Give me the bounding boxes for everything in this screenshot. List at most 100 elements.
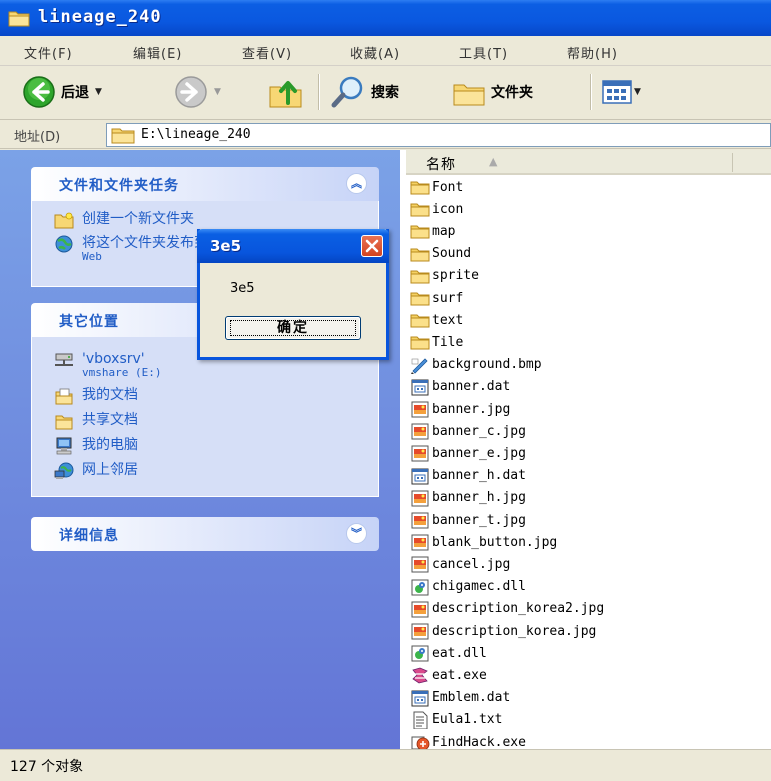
file-name: icon (432, 201, 464, 217)
exe2-file-icon (411, 736, 430, 749)
menu-tools[interactable]: 工具(T) (459, 43, 508, 62)
file-folder-tasks-header[interactable]: 文件和文件夹任务 ︽ (31, 167, 379, 201)
place-my-documents[interactable]: 我的文档 (54, 387, 138, 405)
column-header-name[interactable]: 名称 ▲ (406, 150, 771, 175)
file-row[interactable]: icon (410, 198, 463, 220)
file-row[interactable]: eat.dll (410, 642, 487, 664)
expand-icon[interactable]: ︾ (346, 523, 367, 544)
file-name: eat.dll (432, 645, 487, 661)
toolbar-separator (318, 74, 319, 110)
publish-web-icon (55, 235, 73, 253)
place-network-places[interactable]: 网上邻居 (54, 462, 138, 480)
file-row[interactable]: Eula1.txt (410, 709, 502, 731)
publish-web-label: 将这个文件夹发布到 (82, 235, 208, 251)
back-arrow-icon (23, 76, 55, 108)
views-button[interactable]: ▼ (602, 74, 641, 110)
column-divider[interactable] (732, 153, 733, 172)
file-row[interactable]: banner_e.jpg (410, 442, 526, 464)
publish-web-sublabel: Web (82, 250, 102, 263)
txt-file-icon (413, 711, 428, 729)
message-box-title-bar[interactable]: 3e5 (197, 229, 389, 263)
search-button[interactable]: 搜索 (330, 74, 399, 110)
place-my-computer-label: 我的电脑 (82, 437, 138, 453)
back-label: 后退 (61, 85, 89, 101)
file-row[interactable]: text (410, 309, 463, 331)
forward-button[interactable]: ▼ (174, 74, 221, 110)
file-row[interactable]: map (410, 220, 455, 242)
jpg-file-icon (411, 623, 429, 640)
place-network-drive-label: 'vboxsrv' (82, 351, 145, 367)
details-header[interactable]: 详细信息 ︾ (31, 517, 379, 551)
place-my-computer[interactable]: 我的电脑 (54, 437, 138, 455)
address-input[interactable]: E:\lineage_240 (106, 123, 771, 147)
file-list[interactable]: 名称 ▲ Font icon map Sound sprite surf text Tile b… (400, 150, 771, 749)
file-name: text (432, 312, 464, 328)
file-name: map (432, 223, 456, 239)
folder-up-icon (269, 81, 302, 108)
details-title: 详细信息 (59, 528, 119, 544)
my-computer-icon (56, 437, 72, 455)
file-row[interactable]: Sound (410, 243, 471, 265)
address-label: 地址(D) (14, 130, 61, 145)
jpg-file-icon (411, 401, 429, 418)
file-row[interactable]: banner.jpg (410, 398, 510, 420)
file-row[interactable]: Tile (410, 331, 463, 353)
close-button[interactable] (361, 235, 383, 257)
file-row[interactable]: blank_button.jpg (410, 531, 557, 553)
file-row[interactable]: Font (410, 176, 463, 198)
folders-button[interactable]: 文件夹 (452, 74, 533, 110)
file-row[interactable]: description_korea.jpg (410, 620, 596, 642)
file-row[interactable]: background.bmp (410, 354, 542, 376)
title-bar[interactable]: lineage_240 (0, 0, 771, 36)
file-row[interactable]: surf (410, 287, 463, 309)
jpg-file-icon (411, 601, 429, 618)
file-row[interactable]: FindHack.exe (410, 731, 526, 749)
file-row[interactable]: eat.exe (410, 664, 487, 686)
menu-edit[interactable]: 编辑(E) (133, 43, 182, 62)
menu-favorites[interactable]: 收藏(A) (350, 43, 400, 62)
file-row[interactable]: Emblem.dat (410, 687, 510, 709)
back-button[interactable]: 后退 ▼ (22, 74, 102, 110)
up-button[interactable] (268, 74, 304, 110)
folder-icon (410, 270, 430, 284)
place-shared-documents[interactable]: 共享文档 (54, 412, 138, 430)
folder-icon (410, 225, 430, 239)
forward-dropdown-icon[interactable]: ▼ (214, 87, 221, 97)
menu-file[interactable]: 文件(F) (24, 43, 73, 62)
message-box-title: 3e5 (210, 237, 242, 255)
place-network-drive[interactable]: 'vboxsrv' vmshare (E:) (54, 351, 161, 379)
file-row[interactable]: cancel.jpg (410, 553, 510, 575)
menu-help[interactable]: 帮助(H) (567, 43, 618, 62)
search-icon (331, 76, 363, 108)
file-row[interactable]: banner_h.jpg (410, 487, 526, 509)
file-row[interactable]: banner_h.dat (410, 465, 526, 487)
views-dropdown-icon[interactable]: ▼ (634, 87, 641, 97)
search-label: 搜索 (371, 85, 399, 101)
status-bar: 127 个对象 (0, 749, 771, 781)
jpg-file-icon (411, 490, 429, 507)
new-folder-link[interactable]: 创建一个新文件夹 (54, 211, 194, 229)
message-text: 3e5 (230, 281, 255, 296)
place-network-drive-sublabel: vmshare (E:) (82, 366, 162, 379)
file-name: Eula1.txt (432, 712, 503, 728)
dat-file-icon (411, 468, 429, 485)
file-name: banner_h.dat (432, 468, 526, 484)
collapse-icon[interactable]: ︽ (346, 173, 367, 194)
file-row[interactable]: banner_c.jpg (410, 420, 526, 442)
file-name: blank_button.jpg (432, 534, 558, 550)
back-dropdown-icon[interactable]: ▼ (95, 87, 102, 97)
file-row[interactable]: description_korea2.jpg (410, 598, 604, 620)
menu-view[interactable]: 查看(V) (242, 43, 292, 62)
file-row[interactable]: chigamec.dll (410, 576, 526, 598)
toolbar: 后退 ▼ ▼ 搜索 文件夹 ▼ (0, 66, 771, 120)
file-row[interactable]: banner.dat (410, 376, 510, 398)
file-row[interactable]: sprite (410, 265, 479, 287)
ok-button[interactable]: 确定 (225, 316, 361, 340)
network-places-icon (54, 462, 74, 479)
publish-web-link[interactable]: 将这个文件夹发布到 Web (54, 235, 208, 263)
file-name: sprite (432, 268, 479, 284)
dat-file-icon (411, 379, 429, 396)
place-shared-documents-label: 共享文档 (82, 412, 138, 428)
file-row[interactable]: banner_t.jpg (410, 509, 526, 531)
file-name: Tile (432, 334, 464, 350)
